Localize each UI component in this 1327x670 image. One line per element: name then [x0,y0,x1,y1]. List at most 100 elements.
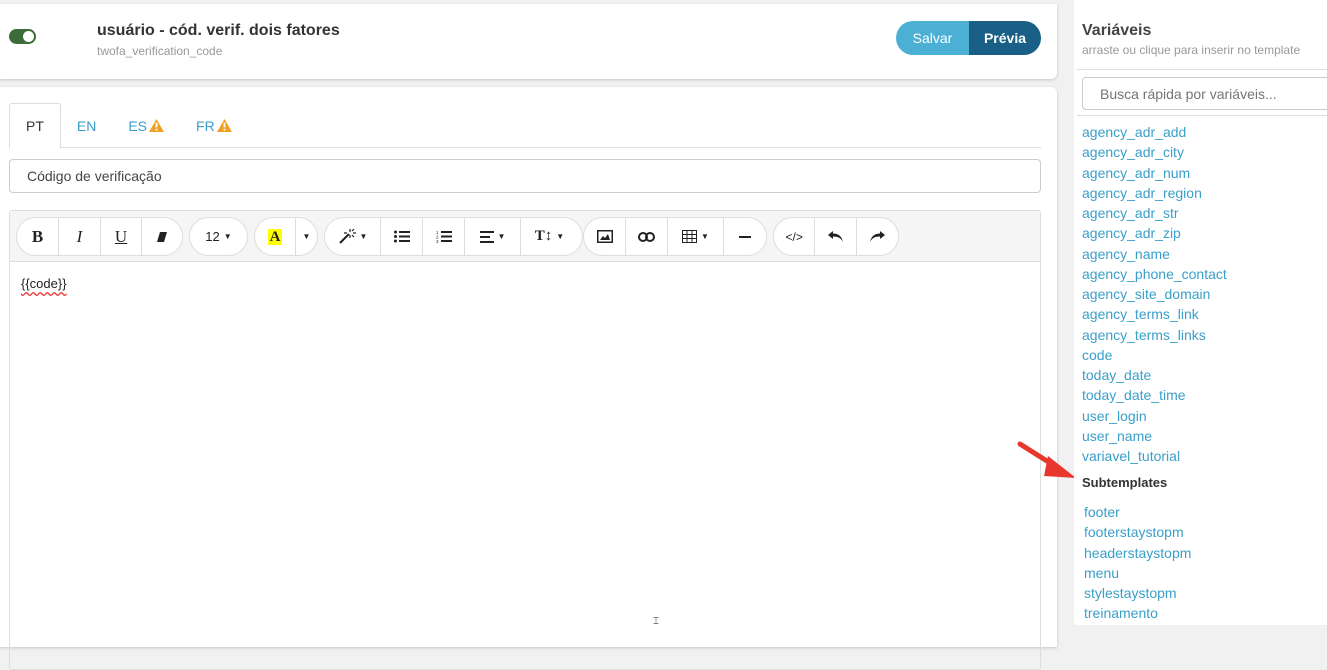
code-icon: </> [785,229,803,244]
text-color-button[interactable]: A [255,218,296,255]
variable-list: agency_adr_add agency_adr_city agency_ad… [1082,122,1227,466]
variable-item[interactable]: agency_adr_num [1082,163,1227,183]
color-group: A ▼ [254,217,318,256]
align-dropdown[interactable]: ▼ [465,218,521,255]
magic-wand-icon [338,228,356,244]
caret-down-icon: ▼ [497,232,506,241]
variable-item[interactable]: today_date [1082,365,1227,385]
align-left-icon [479,230,494,243]
editor-toolbar: B I U 12 ▼ A ▼ ▼ 1 2 3 ▼ T↕ ▼ ▼ </> [10,211,1040,262]
font-size-dropdown[interactable]: 12 ▼ [190,218,247,255]
tab-en[interactable]: EN [61,103,112,148]
text-height-icon: T↕ [534,228,553,244]
editor-content[interactable]: {{code}} [10,262,1040,305]
subtemplate-item[interactable]: stylestaystopm [1084,583,1191,603]
bullet-list-button[interactable] [381,218,423,255]
variable-item[interactable]: variavel_tutorial [1082,446,1227,466]
bold-button[interactable]: B [17,218,59,255]
tab-es[interactable]: ES [112,103,180,148]
font-size-value: 12 [205,229,220,244]
text-style-group: B I U [16,217,183,256]
misc-group: </> [773,217,899,256]
variable-item[interactable]: user_name [1082,426,1227,446]
variable-item[interactable]: agency_site_domain [1082,284,1227,304]
magic-style-dropdown[interactable]: ▼ [325,218,381,255]
caret-down-icon: ▼ [302,232,311,241]
subtemplates-title: Subtemplates [1082,475,1168,490]
toggle-knob [23,31,34,42]
tab-label: ES [128,117,148,134]
warning-icon [149,119,164,132]
variable-item[interactable]: today_date_time [1082,385,1227,405]
red-arrow-annotation [1017,441,1076,478]
italic-button[interactable]: I [59,218,101,255]
text-cursor-icon: ⌶ [653,616,659,627]
variable-item[interactable]: agency_adr_str [1082,203,1227,223]
insert-group: ▼ [583,217,767,256]
sidebar-title: Variáveis [1082,22,1152,39]
warning-icon [216,119,232,132]
undo-button[interactable] [815,218,857,255]
eraser-icon [157,231,167,242]
svg-text:3: 3 [436,239,439,243]
language-tabs: PT EN ES FR [9,103,1041,149]
format-group: ▼ 123 ▼ T↕ ▼ [324,217,583,256]
heading-dropdown[interactable]: T↕ ▼ [521,218,578,255]
variable-item[interactable]: user_login [1082,406,1227,426]
variable-item[interactable]: agency_adr_add [1082,122,1227,142]
caret-down-icon: ▼ [223,232,232,241]
highlight-a-icon: A [267,228,283,245]
rich-text-editor: B I U 12 ▼ A ▼ ▼ 1 2 3 ▼ T↕ ▼ ▼ </> {{co… [9,210,1041,670]
table-icon [682,230,698,243]
insert-table-dropdown[interactable]: ▼ [668,218,724,255]
ordered-list-icon: 123 [436,230,452,243]
save-button[interactable]: Salvar [896,21,969,55]
tab-pt[interactable]: PT [9,103,61,149]
editor-text: {{code}} [21,276,67,291]
variable-item[interactable]: code [1082,345,1227,365]
subtemplate-item[interactable]: footerstaystopm [1084,522,1191,542]
variable-item[interactable]: agency_terms_links [1082,325,1227,345]
caret-down-icon: ▼ [359,232,368,241]
variable-item[interactable]: agency_terms_link [1082,304,1227,324]
subtemplate-item[interactable]: menu [1084,563,1191,583]
subtemplate-item[interactable]: footer [1084,502,1191,522]
variable-item[interactable]: agency_adr_city [1082,142,1227,162]
subject-input[interactable]: Código de verificação [9,159,1041,193]
variables-sidebar: Variáveis arraste ou clique para inserir… [1074,0,1327,625]
variable-item[interactable]: agency_name [1082,244,1227,264]
enabled-toggle[interactable] [9,29,36,44]
color-dropdown[interactable]: ▼ [296,218,317,255]
preview-button[interactable]: Prévia [969,21,1041,55]
template-header: usuário - cód. verif. dois fatores twofa… [0,4,1057,79]
minus-icon [739,235,751,238]
eraser-button[interactable] [142,218,182,255]
horizontal-rule-button[interactable] [724,218,766,255]
redo-button[interactable] [857,218,898,255]
sidebar-subtitle: arraste ou clique para inserir no templa… [1082,43,1301,57]
divider [1077,69,1327,70]
variable-item[interactable]: agency_adr_region [1082,183,1227,203]
tab-fr[interactable]: FR [180,103,248,148]
template-code: twofa_verification_code [97,44,223,58]
template-title: usuário - cód. verif. dois fatores [97,22,340,39]
insert-link-button[interactable] [626,218,668,255]
underline-button[interactable]: U [101,218,142,255]
caret-down-icon: ▼ [701,232,709,241]
variable-item[interactable]: agency_phone_contact [1082,264,1227,284]
undo-icon [827,231,843,242]
subtemplate-list: footer footerstaystopm headerstaystopm m… [1084,502,1191,624]
variable-search-input[interactable] [1082,77,1327,110]
font-size-group: 12 ▼ [189,217,248,256]
ordered-list-button[interactable]: 123 [423,218,465,255]
insert-image-button[interactable] [584,218,626,255]
editor-card: PT EN ES FR Código de verificação B I U … [0,87,1057,670]
variable-item[interactable]: agency_adr_zip [1082,223,1227,243]
code-view-button[interactable]: </> [774,218,816,255]
divider [1077,115,1327,116]
image-icon [596,230,613,243]
tab-label: EN [76,117,97,134]
subtemplate-item[interactable]: treinamento [1084,603,1191,623]
subtemplate-item[interactable]: headerstaystopm [1084,543,1191,563]
tab-label: FR [196,117,215,134]
